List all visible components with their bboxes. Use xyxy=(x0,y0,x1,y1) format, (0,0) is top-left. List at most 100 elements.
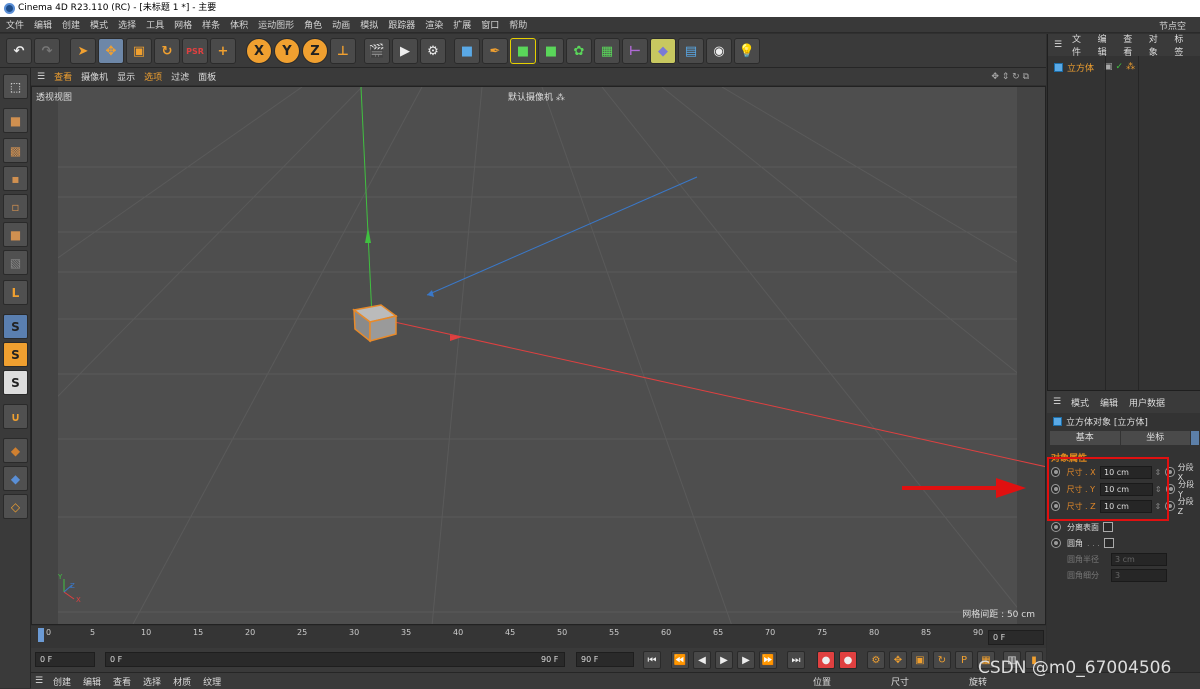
y-axis-handle[interactable] xyxy=(365,227,371,243)
recent-tool-button[interactable]: + xyxy=(210,38,236,64)
go-to-end-button[interactable]: ⏭ xyxy=(787,651,805,669)
camera-button[interactable]: ◉ xyxy=(706,38,732,64)
polygons-mode-button[interactable]: ■ xyxy=(3,222,28,247)
am-menu-edit[interactable]: 编辑 xyxy=(1100,396,1118,409)
separate-surfaces-checkbox[interactable] xyxy=(1103,522,1113,532)
menu-simulate[interactable]: 模拟 xyxy=(360,18,378,31)
lock-x-button[interactable]: X xyxy=(246,38,272,64)
tab-object[interactable] xyxy=(1191,431,1199,445)
move-tool-button[interactable]: ✥ xyxy=(98,38,124,64)
tab-coord[interactable]: 坐标 xyxy=(1120,431,1190,445)
menu-help[interactable]: 帮助 xyxy=(509,18,527,31)
end-max-field[interactable]: 90 F xyxy=(576,652,634,667)
mat-menu-view[interactable]: 查看 xyxy=(113,675,131,688)
coord-system-button[interactable]: ⊥ xyxy=(330,38,356,64)
fillet-subdiv-input[interactable]: 3 xyxy=(1111,568,1167,582)
record-button[interactable]: ● xyxy=(817,651,835,669)
make-editable-button[interactable]: ⬚ xyxy=(3,74,28,99)
z-axis-handle[interactable] xyxy=(427,290,434,297)
vp-menu-panel[interactable]: 面板 xyxy=(198,70,216,83)
viewport-nav-icons[interactable]: ✥ ⇕ ↻ ⧉ xyxy=(991,72,1029,82)
render-settings-button[interactable]: ⚙ xyxy=(420,38,446,64)
field-button[interactable]: ◆ xyxy=(650,38,676,64)
menu-edit[interactable]: 编辑 xyxy=(34,18,52,31)
key-rotate-button[interactable]: ↻ xyxy=(933,651,951,669)
magnet-button[interactable]: ∪ xyxy=(3,404,28,429)
hamburger-icon[interactable]: ☰ xyxy=(35,676,43,686)
menu-window[interactable]: 窗口 xyxy=(481,18,499,31)
start-min-field[interactable]: 0 F xyxy=(35,652,95,667)
mat-menu-texture[interactable]: 纹理 xyxy=(203,675,221,688)
select-tool-button[interactable]: ➤ xyxy=(70,38,96,64)
prev-frame-button[interactable]: ◀ xyxy=(693,651,711,669)
object-name[interactable]: 立方体 xyxy=(1067,61,1094,74)
am-menu-mode[interactable]: 模式 xyxy=(1071,396,1089,409)
workplane-align-button[interactable]: ◇ xyxy=(3,494,28,519)
current-frame-field[interactable]: 0 F xyxy=(988,630,1044,645)
undo-button[interactable]: ↶ xyxy=(6,38,32,64)
redo-button[interactable]: ↷ xyxy=(34,38,60,64)
menu-spline[interactable]: 样条 xyxy=(202,18,220,31)
om-menu-object[interactable]: 对象 xyxy=(1149,32,1164,58)
enabled-check-icon[interactable]: ✓ xyxy=(1116,62,1124,72)
menu-mode[interactable]: 模式 xyxy=(90,18,108,31)
key-position-button[interactable]: ⚙ xyxy=(867,651,885,669)
active-camera-label[interactable]: 默认摄像机 ⁂ xyxy=(508,90,565,103)
cube-object[interactable] xyxy=(352,304,398,343)
play-button[interactable]: ▶ xyxy=(715,651,733,669)
tag-icon[interactable]: ⁂ xyxy=(1126,62,1135,72)
menu-extensions[interactable]: 扩展 xyxy=(453,18,471,31)
mat-menu-create[interactable]: 创建 xyxy=(53,675,71,688)
cloner-button[interactable]: ✿ xyxy=(566,38,592,64)
autokey-button[interactable]: ● xyxy=(839,651,857,669)
next-key-button[interactable]: ⏩ xyxy=(759,651,777,669)
menu-file[interactable]: 文件 xyxy=(6,18,24,31)
workplane-button[interactable]: ◆ xyxy=(3,438,28,463)
scale-tool-button[interactable]: ▣ xyxy=(126,38,152,64)
hamburger-icon[interactable]: ☰ xyxy=(1053,397,1061,407)
vp-menu-filter[interactable]: 过滤 xyxy=(171,70,189,83)
floor-button[interactable]: ▤ xyxy=(678,38,704,64)
timeline-ruler[interactable]: 0 5 10 15 20 25 30 35 40 45 50 55 60 65 … xyxy=(31,626,1046,648)
render-picture-viewer-button[interactable]: ▶ xyxy=(392,38,418,64)
hamburger-icon[interactable]: ☰ xyxy=(1054,40,1062,50)
key-scale-button[interactable]: ▣ xyxy=(911,651,929,669)
menu-mograph[interactable]: 运动图形 xyxy=(258,18,294,31)
rotate-tool-button[interactable]: ↻ xyxy=(154,38,180,64)
om-menu-edit[interactable]: 编辑 xyxy=(1098,32,1113,58)
snap-button[interactable]: S xyxy=(3,314,28,339)
render-view-button[interactable]: 🎬 xyxy=(364,38,390,64)
menu-create[interactable]: 创建 xyxy=(62,18,80,31)
am-menu-userdata[interactable]: 用户数据 xyxy=(1129,396,1165,409)
vp-menu-display[interactable]: 显示 xyxy=(117,70,135,83)
light-button[interactable]: 💡 xyxy=(734,38,760,64)
menu-mesh[interactable]: 网格 xyxy=(174,18,192,31)
om-menu-view[interactable]: 查看 xyxy=(1123,32,1138,58)
anim-radio[interactable] xyxy=(1051,538,1061,548)
go-to-start-button[interactable]: ⏮ xyxy=(643,651,661,669)
mat-menu-edit[interactable]: 编辑 xyxy=(83,675,101,688)
fillet-checkbox[interactable] xyxy=(1103,538,1114,548)
menu-character[interactable]: 角色 xyxy=(304,18,322,31)
menu-volume[interactable]: 体积 xyxy=(230,18,248,31)
snap-workplane-button[interactable]: S xyxy=(3,370,28,395)
workplane-lock-button[interactable]: ◆ xyxy=(3,466,28,491)
model-mode-button[interactable]: ■ xyxy=(3,108,28,133)
playhead[interactable] xyxy=(38,628,44,642)
pen-button[interactable]: ✒ xyxy=(482,38,508,64)
hamburger-icon[interactable]: ☰ xyxy=(37,72,45,82)
vp-menu-options[interactable]: 选项 xyxy=(144,70,162,83)
key-param-button[interactable]: P xyxy=(955,651,973,669)
axis-mode-button[interactable]: L xyxy=(3,280,28,305)
lock-y-button[interactable]: Y xyxy=(274,38,300,64)
object-row-cube[interactable]: 立方体 ▣ ✓ ⁂ xyxy=(1054,60,1200,74)
points-mode-button[interactable]: ▪ xyxy=(3,166,28,191)
next-frame-button[interactable]: ▶ xyxy=(737,651,755,669)
mat-menu-material[interactable]: 材质 xyxy=(173,675,191,688)
menu-animate[interactable]: 动画 xyxy=(332,18,350,31)
psr-button[interactable]: PSR xyxy=(182,38,208,64)
menu-tools[interactable]: 工具 xyxy=(146,18,164,31)
menu-render[interactable]: 渲染 xyxy=(425,18,443,31)
mat-menu-select[interactable]: 选择 xyxy=(143,675,161,688)
subdivision-button[interactable]: ■ xyxy=(510,38,536,64)
